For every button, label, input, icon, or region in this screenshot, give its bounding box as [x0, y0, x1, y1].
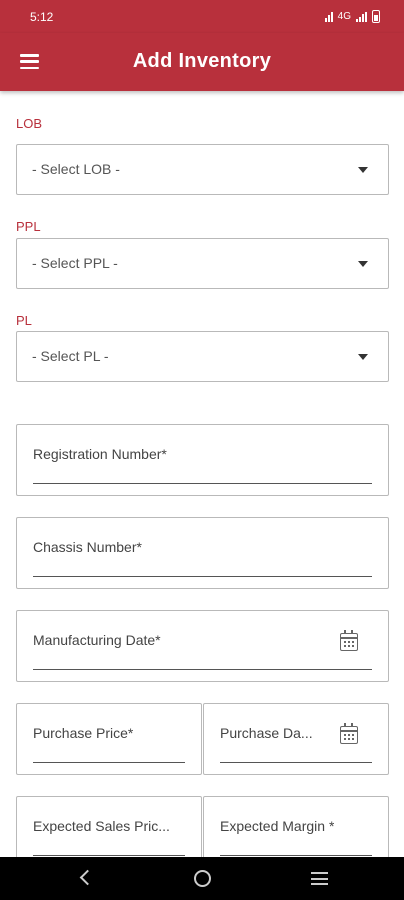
manufacturing-date-placeholder: Manufacturing Date*: [33, 632, 161, 648]
lob-select-value: - Select LOB -: [32, 161, 120, 177]
purchase-date-field[interactable]: Purchase Da...: [203, 703, 389, 775]
wifi-signal-icon: [324, 11, 333, 22]
lob-label: LOB: [16, 116, 43, 131]
status-icons: 4G: [324, 10, 380, 23]
status-time: 5:12: [30, 9, 54, 24]
field-underline: [33, 483, 372, 484]
dropdown-arrow-icon: [358, 167, 368, 173]
chassis-number-placeholder: Chassis Number*: [33, 539, 142, 555]
field-underline: [33, 855, 185, 856]
app-bar: Add Inventory: [0, 33, 404, 91]
field-underline: [33, 762, 185, 763]
ppl-select[interactable]: - Select PPL -: [16, 238, 389, 289]
field-underline: [33, 576, 372, 577]
network-type-label: 4G: [337, 11, 351, 22]
calendar-icon[interactable]: [340, 630, 358, 651]
recents-icon[interactable]: [311, 872, 328, 889]
back-icon[interactable]: [79, 869, 96, 886]
home-icon[interactable]: [194, 870, 211, 887]
lob-select[interactable]: - Select LOB -: [16, 144, 389, 195]
status-bar: 5:12 4G: [0, 0, 404, 33]
manufacturing-date-field[interactable]: Manufacturing Date*: [16, 610, 389, 682]
expected-margin-placeholder: Expected Margin *: [220, 818, 335, 834]
purchase-price-placeholder: Purchase Price*: [33, 725, 134, 741]
field-underline: [220, 855, 372, 856]
pl-label: PL: [16, 313, 32, 328]
field-underline: [220, 762, 372, 763]
dropdown-arrow-icon: [358, 354, 368, 360]
purchase-price-field[interactable]: Purchase Price*: [16, 703, 202, 775]
battery-icon: [372, 10, 380, 23]
system-navigation-bar: [0, 857, 404, 900]
expected-sales-price-placeholder: Expected Sales Pric...: [33, 818, 170, 834]
chassis-number-field[interactable]: Chassis Number*: [16, 517, 389, 589]
registration-number-field[interactable]: Registration Number*: [16, 424, 389, 496]
ppl-label: PPL: [16, 219, 41, 234]
pl-select-value: - Select PL -: [32, 348, 109, 364]
ppl-select-value: - Select PPL -: [32, 255, 118, 271]
cell-signal-icon: [356, 11, 367, 22]
page-title: Add Inventory: [132, 50, 272, 72]
dropdown-arrow-icon: [358, 261, 368, 267]
pl-select[interactable]: - Select PL -: [16, 331, 389, 382]
calendar-icon[interactable]: [340, 723, 358, 744]
field-underline: [33, 669, 372, 670]
registration-number-placeholder: Registration Number*: [33, 446, 167, 462]
purchase-date-placeholder: Purchase Da...: [220, 725, 313, 741]
